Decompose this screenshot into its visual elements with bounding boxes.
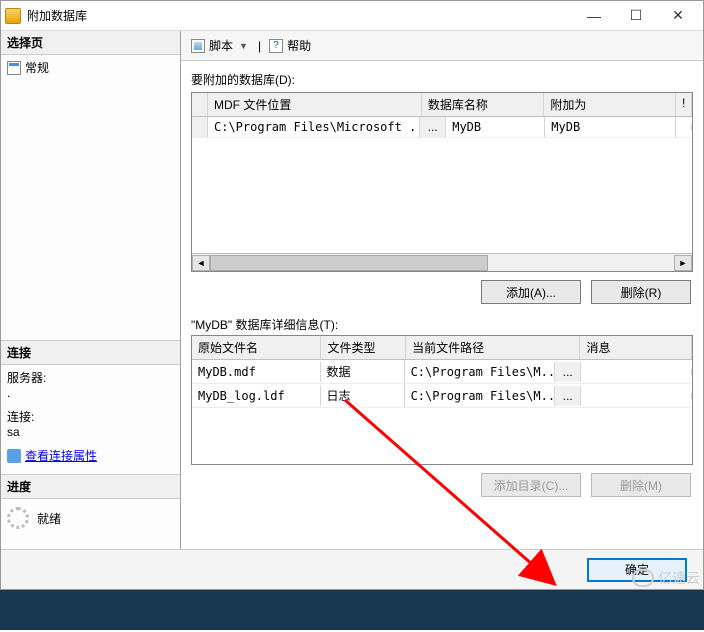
page-general[interactable]: 常规: [1, 55, 180, 80]
titlebar: 附加数据库 — ☐ ✕: [1, 1, 703, 31]
add-button[interactable]: 添加(A)...: [481, 280, 581, 304]
col-mdf[interactable]: MDF 文件位置: [208, 93, 422, 116]
script-label: 脚本: [209, 37, 233, 54]
attach-grid-body: C:\Program Files\Microsoft ... ... MyDB …: [192, 117, 692, 253]
server-value: .: [1, 386, 180, 404]
table-row[interactable]: MyDB_log.ldf 日志 C:\Program Files\M... ..…: [192, 384, 692, 408]
attach-grid: MDF 文件位置 数据库名称 附加为 ! C:\Program Files\Mi…: [191, 92, 693, 272]
toolbar-separator: |: [258, 39, 261, 53]
progress-status: 就绪: [37, 510, 61, 527]
col-path[interactable]: 当前文件路径: [406, 336, 580, 359]
row-selector[interactable]: [192, 117, 208, 137]
col-selector[interactable]: [192, 93, 208, 116]
attach-caption: 要附加的数据库(D):: [191, 71, 693, 88]
progress-section: 进度 就绪: [1, 474, 180, 549]
right-toolbar: 脚本 ▼ | 帮助: [181, 31, 703, 61]
cell-type[interactable]: 日志: [321, 384, 405, 407]
chevron-down-icon: ▼: [237, 41, 250, 51]
ok-button[interactable]: 确定: [587, 558, 687, 582]
help-button[interactable]: 帮助: [265, 35, 315, 56]
select-page-head: 选择页: [1, 31, 180, 55]
browse-button[interactable]: ...: [555, 386, 581, 406]
cell-orig[interactable]: MyDB.mdf: [192, 362, 321, 382]
right-pane: 脚本 ▼ | 帮助 要附加的数据库(D): MDF 文件位置 数据库名称: [181, 31, 703, 549]
table-row[interactable]: MyDB.mdf 数据 C:\Program Files\M... ...: [192, 360, 692, 384]
connection-icon: [7, 449, 21, 463]
server-label: 服务器:: [1, 365, 180, 386]
help-icon: [269, 39, 283, 53]
cell-msg[interactable]: [581, 369, 692, 375]
spinner-icon: [7, 507, 29, 529]
details-grid: 原始文件名 文件类型 当前文件路径 消息 MyDB.mdf 数据 C:\Prog…: [191, 335, 693, 465]
cell-mdf[interactable]: C:\Program Files\Microsoft ...: [208, 117, 420, 137]
script-icon: [191, 39, 205, 53]
details-grid-body: MyDB.mdf 数据 C:\Program Files\M... ... My…: [192, 360, 692, 464]
scroll-thumb[interactable]: [210, 255, 488, 271]
maximize-button[interactable]: ☐: [615, 2, 657, 30]
table-row[interactable]: C:\Program Files\Microsoft ... ... MyDB …: [192, 117, 692, 138]
attach-buttons: 添加(A)... 删除(R): [191, 272, 693, 312]
connection-head: 连接: [1, 341, 180, 365]
dialog-body: 选择页 常规 连接 服务器: . 连接: sa 查看连接属性 进度: [1, 31, 703, 549]
cell-extra[interactable]: [676, 124, 692, 130]
browse-button[interactable]: ...: [555, 362, 581, 382]
conn-value: sa: [1, 425, 180, 443]
col-extra[interactable]: !: [676, 93, 692, 116]
conn-label: 连接:: [1, 404, 180, 425]
cell-type[interactable]: 数据: [321, 360, 405, 383]
close-button[interactable]: ✕: [657, 2, 699, 30]
script-button[interactable]: 脚本 ▼: [187, 35, 254, 56]
left-pane: 选择页 常规 连接 服务器: . 连接: sa 查看连接属性 进度: [1, 31, 181, 549]
database-icon: [5, 8, 21, 24]
cell-attach[interactable]: MyDB: [545, 117, 676, 137]
minimize-button[interactable]: —: [573, 2, 615, 30]
attach-grid-header: MDF 文件位置 数据库名称 附加为 !: [192, 93, 692, 117]
connection-section: 连接 服务器: . 连接: sa 查看连接属性: [1, 340, 180, 474]
col-attach[interactable]: 附加为: [544, 93, 676, 116]
scroll-track[interactable]: [210, 255, 674, 271]
cell-path[interactable]: C:\Program Files\M...: [405, 386, 556, 406]
scroll-left-icon[interactable]: ◄: [192, 255, 210, 271]
details-grid-header: 原始文件名 文件类型 当前文件路径 消息: [192, 336, 692, 360]
col-dbname[interactable]: 数据库名称: [422, 93, 545, 116]
cell-path[interactable]: C:\Program Files\M...: [405, 362, 556, 382]
cell-msg[interactable]: [581, 393, 692, 399]
right-content: 要附加的数据库(D): MDF 文件位置 数据库名称 附加为 ! C:\Prog…: [181, 61, 703, 549]
view-conn-props-link: 查看连接属性: [25, 447, 97, 464]
cell-orig[interactable]: MyDB_log.ldf: [192, 386, 321, 406]
dialog-window: 附加数据库 — ☐ ✕ 选择页 常规 连接 服务器: . 连接: sa: [0, 0, 704, 590]
view-conn-props[interactable]: 查看连接属性: [1, 443, 180, 468]
cell-dbname[interactable]: MyDB: [446, 117, 545, 137]
dialog-footer: 确定: [1, 549, 703, 589]
page-icon: [7, 61, 21, 75]
taskbar: [0, 590, 704, 630]
help-label: 帮助: [287, 37, 311, 54]
remove2-button: 删除(M): [591, 473, 691, 497]
col-orig[interactable]: 原始文件名: [192, 336, 321, 359]
browse-button[interactable]: ...: [420, 117, 446, 137]
col-msg[interactable]: 消息: [580, 336, 692, 359]
progress-head: 进度: [1, 475, 180, 499]
remove-button[interactable]: 删除(R): [591, 280, 691, 304]
page-general-label: 常规: [25, 59, 49, 76]
col-type[interactable]: 文件类型: [321, 336, 406, 359]
attach-grid-hscroll[interactable]: ◄ ►: [192, 253, 692, 271]
scroll-right-icon[interactable]: ►: [674, 255, 692, 271]
window-title: 附加数据库: [27, 7, 573, 24]
details-caption: "MyDB" 数据库详细信息(T):: [191, 316, 693, 333]
select-page-section: 选择页 常规: [1, 31, 180, 340]
add-dir-button: 添加目录(C)...: [481, 473, 581, 497]
details-buttons: 添加目录(C)... 删除(M): [191, 465, 693, 505]
